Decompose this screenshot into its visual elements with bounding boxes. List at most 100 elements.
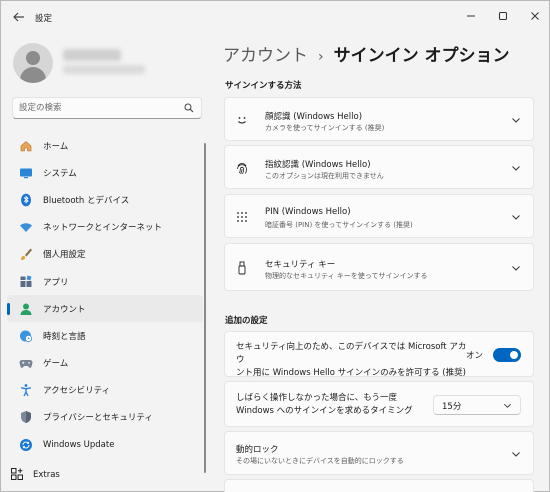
breadcrumb: アカウント › サインイン オプション xyxy=(223,41,510,66)
grid-plus-icon xyxy=(11,468,23,480)
search-input[interactable] xyxy=(19,101,179,115)
avatar-head-shape xyxy=(26,51,40,65)
chevron-down-icon xyxy=(504,403,511,408)
sidebar-item-windows-update[interactable]: Windows Update xyxy=(7,431,203,458)
breadcrumb-separator: › xyxy=(318,49,324,65)
search-box[interactable] xyxy=(12,97,202,119)
minimize-button[interactable] xyxy=(461,7,481,25)
usb-key-icon xyxy=(235,261,249,275)
sidebar-item-bluetooth[interactable]: Bluetooth とデバイス xyxy=(7,186,203,213)
card-title: 動的ロック xyxy=(236,445,279,455)
section-title-signin-methods: サインインする方法 xyxy=(225,81,302,91)
section-title-additional-settings: 追加の設定 xyxy=(225,316,268,326)
wifi-icon xyxy=(19,220,33,234)
sidebar-item-privacy-security[interactable]: プライバシーとセキュリティ xyxy=(7,404,203,431)
sidebar-item-network[interactable]: ネットワークとインターネット xyxy=(7,214,203,241)
close-button[interactable] xyxy=(525,7,545,25)
fingerprint-card[interactable]: 指紋認識 (Windows Hello) このオプションは現在利用できません xyxy=(224,145,534,189)
monitor-icon xyxy=(19,166,33,180)
require-signin-dropdown[interactable]: 15分 xyxy=(433,395,521,415)
back-button[interactable] xyxy=(11,9,27,25)
sidebar-item-label: アプリ xyxy=(43,277,69,288)
shield-icon xyxy=(19,410,33,424)
window-title: 設定 xyxy=(35,14,53,24)
breadcrumb-parent[interactable]: アカウント xyxy=(223,46,308,66)
dynamic-lock-card[interactable]: 動的ロック その場にいないときにデバイスを自動的にロックする xyxy=(224,431,534,475)
bluetooth-icon xyxy=(19,193,33,207)
hello-only-toggle[interactable] xyxy=(493,348,521,362)
search-icon[interactable] xyxy=(184,103,194,113)
hello-only-setting-card: セキュリティ向上のため、このデバイスでは Microsoft アカウ ント用に … xyxy=(224,331,534,380)
back-arrow-icon xyxy=(13,12,24,22)
require-signin-card: しばらく操作しなかった場合に、もう一度 Windows へのサインインを求めるタ… xyxy=(224,381,534,427)
dropdown-value: 15分 xyxy=(442,402,462,412)
extras-label: Extras xyxy=(33,470,60,480)
update-icon xyxy=(19,438,33,452)
toggle-state-label: オン xyxy=(465,351,483,361)
card-subtitle: このオプションは現在利用できません xyxy=(265,172,384,180)
hello-only-description: セキュリティ向上のため、このデバイスでは Microsoft アカウ ント用に … xyxy=(236,341,468,380)
chevron-down-icon xyxy=(512,452,520,457)
card-subtitle: 暗証番号 (PIN) を使ってサインインする (推奨) xyxy=(265,221,413,229)
page-title: サインイン オプション xyxy=(333,46,510,66)
redacted-email xyxy=(63,65,145,74)
chevron-down-icon xyxy=(512,118,520,123)
sidebar-item-label: ゲーム xyxy=(43,359,69,370)
sidebar-item-label: ネットワークとインターネット xyxy=(43,223,163,234)
sidebar-item-label: ホーム xyxy=(43,141,69,152)
close-icon xyxy=(531,12,539,20)
sidebar-item-system[interactable]: システム xyxy=(7,159,203,186)
sidebar-item-accessibility[interactable]: アクセシビリティ xyxy=(7,377,203,404)
title-bar: 設定 xyxy=(1,1,549,33)
pin-card[interactable]: PIN (Windows Hello) 暗証番号 (PIN) を使ってサインイン… xyxy=(224,194,534,238)
sidebar-item-time-language[interactable]: 時刻と言語 xyxy=(7,322,203,349)
chevron-down-icon xyxy=(512,166,520,171)
sidebar-item-home[interactable]: ホーム xyxy=(7,132,203,159)
chevron-down-icon xyxy=(512,266,520,271)
active-indicator xyxy=(7,303,10,316)
smiley-face-icon xyxy=(235,113,249,127)
hello-only-line1: セキュリティ向上のため、このデバイスでは Microsoft アカウ xyxy=(236,342,467,365)
sidebar-item-gaming[interactable]: ゲーム xyxy=(7,350,203,377)
maximize-icon xyxy=(499,12,507,20)
card-subtitle: カメラを使ってサインインする (推奨) xyxy=(265,124,385,132)
gamepad-icon xyxy=(19,356,33,370)
toggle-knob xyxy=(510,351,518,359)
sidebar-item-label: プライバシーとセキュリティ xyxy=(43,413,153,424)
keypad-icon xyxy=(235,210,249,224)
redacted-username xyxy=(63,49,121,61)
card-title: セキュリティ キー xyxy=(265,260,336,270)
sidebar-item-label: 時刻と言語 xyxy=(43,331,86,342)
hello-only-line2: ント用に Windows Hello サインインのみを許可する (推奨) xyxy=(236,368,466,378)
extras-item[interactable]: Extras xyxy=(1,465,221,485)
sidebar-item-label: システム xyxy=(43,168,77,179)
sidebar-item-label: Bluetooth とデバイス xyxy=(43,195,130,206)
maximize-button[interactable] xyxy=(493,7,513,25)
face-recognition-card[interactable]: 顔認識 (Windows Hello) カメラを使ってサインインする (推奨) xyxy=(224,97,534,141)
card-title: 指紋認識 (Windows Hello) xyxy=(265,160,371,170)
sidebar-item-personalization[interactable]: 個人用設定 xyxy=(7,241,203,268)
accessibility-icon xyxy=(19,383,33,397)
next-setting-card[interactable] xyxy=(224,479,534,492)
avatar[interactable] xyxy=(13,43,53,83)
sidebar-scrollbar[interactable] xyxy=(204,143,206,473)
sidebar-item-label: アカウント xyxy=(43,304,86,315)
card-subtitle: 物理的なセキュリティ キーを使ってサインインする xyxy=(265,272,428,280)
sidebar-item-label: Windows Update xyxy=(43,439,115,450)
chevron-down-icon xyxy=(512,215,520,220)
minimize-icon xyxy=(467,15,475,17)
sidebar-item-label: 個人用設定 xyxy=(43,250,86,261)
home-icon xyxy=(19,139,33,153)
sidebar-item-label: アクセシビリティ xyxy=(43,386,111,397)
globe-clock-icon xyxy=(19,329,33,343)
settings-window: 設定 ホーム システム xyxy=(0,0,550,492)
sidebar-item-apps[interactable]: アプリ xyxy=(7,268,203,295)
sidebar-item-accounts[interactable]: アカウント xyxy=(7,295,203,323)
card-title: PIN (Windows Hello) xyxy=(265,207,351,217)
card-subtitle: その場にいないときにデバイスを自動的にロックする xyxy=(236,457,404,465)
avatar-body-shape xyxy=(20,67,46,83)
sidebar-nav: ホーム システム Bluetooth とデバイス ネットワークとインターネット … xyxy=(7,132,203,458)
apps-icon xyxy=(19,275,33,289)
account-icon xyxy=(19,302,33,316)
security-key-card[interactable]: セキュリティ キー 物理的なセキュリティ キーを使ってサインインする xyxy=(224,243,534,291)
